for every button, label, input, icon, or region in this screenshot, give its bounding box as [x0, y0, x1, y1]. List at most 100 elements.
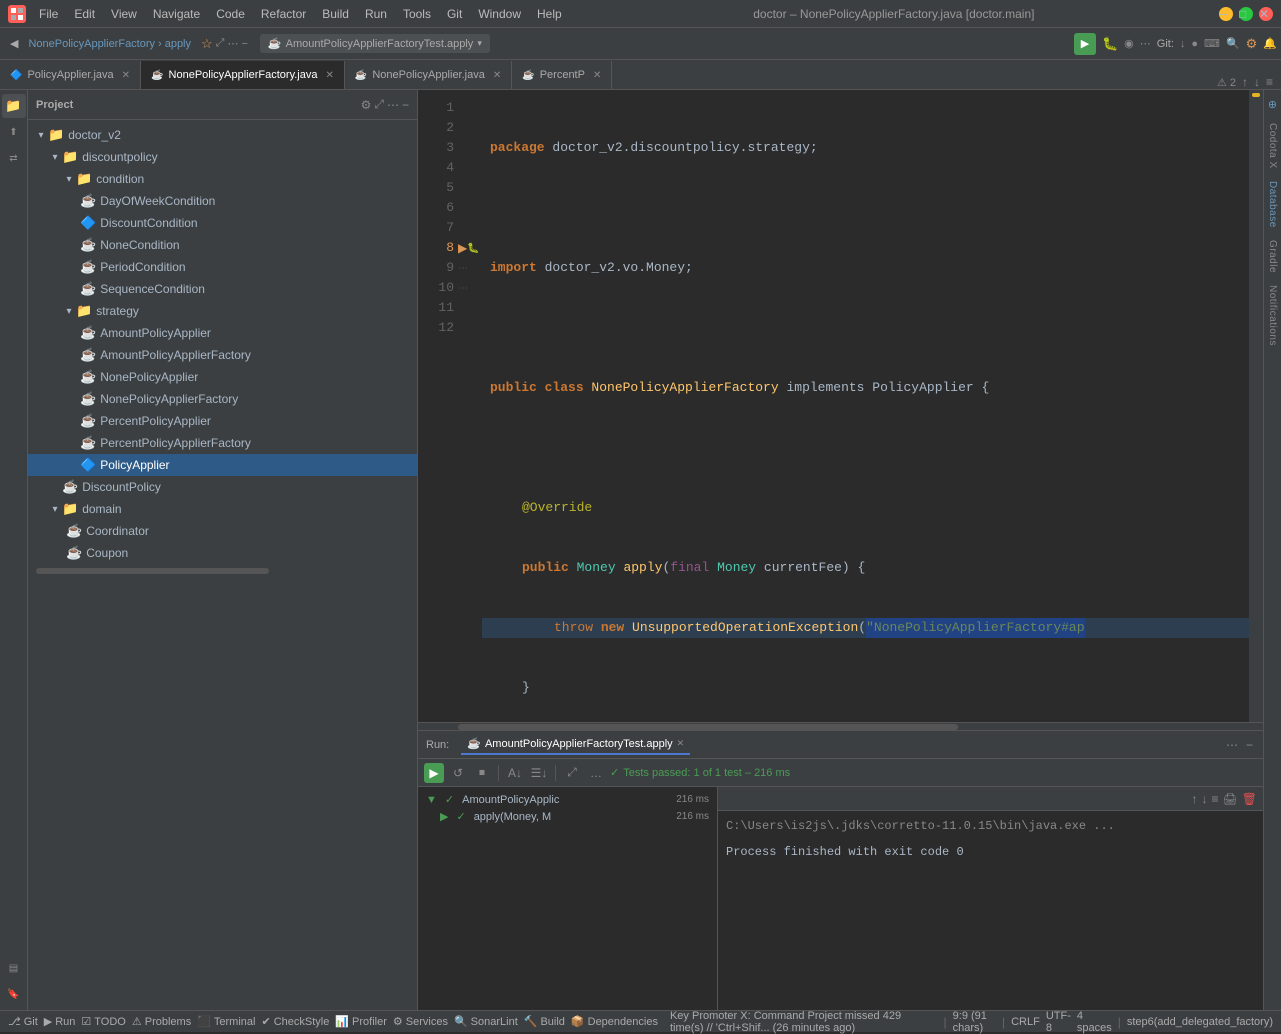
tree-item-Coordinator[interactable]: ☕ Coordinator [28, 520, 417, 542]
tree-item-PercentPolicyApplierFactory[interactable]: ☕ PercentPolicyApplierFactory [28, 432, 417, 454]
activity-commit-icon[interactable]: ⬆ [2, 120, 26, 144]
sidebar-close-icon[interactable]: − [402, 98, 409, 112]
status-git[interactable]: ⎇ Git [8, 1015, 38, 1028]
expand-icon[interactable]: ⤢ [216, 37, 225, 50]
sidebar-expand-icon[interactable]: ⤢ [374, 97, 384, 112]
tree-item-discountpolicy[interactable]: ▾ 📁 discountpolicy [28, 146, 417, 168]
tab-close-none-policy-factory[interactable]: ✕ [326, 70, 334, 81]
run-expand-btn[interactable]: ⤢ [562, 763, 582, 783]
breadcrumb-method[interactable]: apply [165, 38, 191, 50]
menu-build[interactable]: Build [315, 5, 356, 23]
database-label[interactable]: Database [1267, 181, 1278, 228]
back-button[interactable]: ◀ [4, 34, 24, 53]
fold-icon-10[interactable]: ⋯ [458, 283, 468, 294]
gutter-8[interactable]: ▶ 🐛 [458, 238, 482, 258]
menu-tools[interactable]: Tools [396, 5, 438, 23]
tree-item-SequenceCondition[interactable]: ☕ SequenceCondition [28, 278, 417, 300]
notifications-label[interactable]: Notifications [1267, 285, 1278, 346]
editor-scrollbar[interactable] [1249, 90, 1263, 722]
menu-window[interactable]: Window [471, 5, 528, 23]
codota-label[interactable]: Codota X [1267, 123, 1278, 169]
status-build[interactable]: 🔨 Build [524, 1015, 565, 1028]
run-tab-arrow[interactable]: ▾ [477, 38, 482, 49]
scroll-left-icon[interactable]: ↑ [1242, 75, 1248, 89]
run-tree-item-1[interactable]: ▶ ✓ apply(Money, M 216 ms [418, 808, 717, 825]
run-tab[interactable]: ☕ AmountPolicyApplierFactoryTest.apply ▾ [260, 34, 490, 53]
translate-icon[interactable]: ⌨ [1204, 37, 1220, 50]
run-sort-btn[interactable]: A↓ [505, 763, 525, 783]
run-button[interactable]: ▶ [1074, 33, 1096, 55]
maximize-button[interactable]: □ [1239, 7, 1253, 21]
output-filter-icon[interactable]: 🖨 [1223, 792, 1238, 806]
tree-item-AmountPolicyApplier[interactable]: ☕ AmountPolicyApplier [28, 322, 417, 344]
tree-item-NonePolicyApplier[interactable]: ☕ NonePolicyApplier [28, 366, 417, 388]
debug-gutter-icon[interactable]: 🐛 [467, 243, 479, 254]
tree-item-DiscountPolicy[interactable]: ☕ DiscountPolicy [28, 476, 417, 498]
editor-hscrollbar[interactable] [418, 722, 1263, 730]
tree-item-DayOfWeekCondition[interactable]: ☕ DayOfWeekCondition [28, 190, 417, 212]
tab-percent-policy[interactable]: ☕ PercentP ✕ [512, 61, 612, 89]
scroll-right-icon[interactable]: ↓ [1254, 75, 1260, 89]
status-dependencies[interactable]: 📦 Dependencies [571, 1015, 658, 1028]
status-line-ending[interactable]: CRLF [1011, 1016, 1040, 1028]
status-terminal[interactable]: ⬛ Terminal [197, 1015, 255, 1028]
activity-pullreq-icon[interactable]: ⇄ [2, 146, 26, 170]
tree-item-PercentPolicyApplier[interactable]: ☕ PercentPolicyApplier [28, 410, 417, 432]
collapse-icon[interactable]: − [241, 38, 247, 50]
tree-item-condition[interactable]: ▾ 📁 condition [28, 168, 417, 190]
breadcrumb-class[interactable]: NonePolicyApplierFactory [28, 38, 155, 50]
menu-file[interactable]: File [32, 5, 65, 23]
tree-item-NonePolicyApplierFactory[interactable]: ☕ NonePolicyApplierFactory [28, 388, 417, 410]
panel-close-icon[interactable]: − [1244, 736, 1255, 754]
tab-none-policy-factory[interactable]: ☕ NonePolicyApplierFactory.java ✕ [141, 61, 345, 89]
status-problems[interactable]: ⚠ Problems [132, 1015, 191, 1028]
tree-item-doctor_v2[interactable]: ▾ 📁 doctor_v2 [28, 124, 417, 146]
run-gutter-icon[interactable]: ▶ [458, 241, 467, 255]
codota-icon[interactable]: ⊕ [1268, 98, 1277, 111]
menu-view[interactable]: View [104, 5, 144, 23]
activity-project-icon[interactable]: 📁 [2, 94, 26, 118]
activity-structure-icon[interactable]: ▤ [2, 956, 26, 980]
status-checkstyle[interactable]: ✔ CheckStyle [261, 1015, 329, 1028]
tab-none-policy-applier[interactable]: ☕ NonePolicyApplier.java ✕ [345, 61, 512, 89]
status-run[interactable]: ▶ Run [44, 1015, 76, 1028]
git-down-icon[interactable]: ↓ [1180, 38, 1186, 50]
tree-item-PolicyApplier[interactable]: 🔷 PolicyApplier [28, 454, 417, 476]
menu-run[interactable]: Run [358, 5, 394, 23]
menu-code[interactable]: Code [209, 5, 252, 23]
menu-refactor[interactable]: Refactor [254, 5, 313, 23]
tree-item-PeriodCondition[interactable]: ☕ PeriodCondition [28, 256, 417, 278]
gradle-label[interactable]: Gradle [1267, 240, 1278, 273]
minimize-button[interactable]: ─ [1219, 7, 1233, 21]
output-clear-icon[interactable]: 🗑 [1242, 792, 1257, 806]
tab-policy-applier[interactable]: 🔷 PolicyApplier.java ✕ [0, 61, 141, 89]
fold-icon-9[interactable]: ⋯ [458, 263, 468, 274]
status-sonarlint[interactable]: 🔍 SonarLint [454, 1015, 518, 1028]
commit-icon[interactable]: ● [1191, 38, 1198, 50]
tree-item-strategy[interactable]: ▾ 📁 strategy [28, 300, 417, 322]
run-play-btn[interactable]: ▶ [424, 763, 444, 783]
run-tree-item-0[interactable]: ▼ ✓ AmountPolicyApplic 216 ms [418, 791, 717, 808]
status-todo[interactable]: ☑ TODO [81, 1015, 125, 1028]
bookmark-icon[interactable]: ☆ [201, 36, 213, 52]
search-icon[interactable]: 🔍 [1226, 37, 1240, 50]
notifications-icon[interactable]: 🔔 [1263, 37, 1277, 50]
tree-item-DiscountCondition[interactable]: 🔷 DiscountCondition [28, 212, 417, 234]
run-dots-btn[interactable]: … [586, 763, 606, 783]
run-filter-btn[interactable]: ☰↓ [529, 763, 549, 783]
menu-git[interactable]: Git [440, 5, 469, 23]
sidebar-settings-icon[interactable]: ⚙ [361, 98, 372, 112]
tab-close-percent-policy[interactable]: ✕ [593, 70, 601, 81]
run-rerun-btn[interactable]: ↺ [448, 763, 468, 783]
scroll-down-icon[interactable]: ↓ [1202, 792, 1208, 806]
menu-help[interactable]: Help [530, 5, 569, 23]
more-run-icon[interactable]: ⋯ [1140, 37, 1151, 50]
debug-icon[interactable]: 🐛 [1102, 36, 1118, 52]
close-button[interactable]: ✕ [1259, 7, 1273, 21]
output-wrap-icon[interactable]: ≡ [1212, 792, 1219, 806]
settings-icon[interactable]: ⚙ [1246, 36, 1258, 52]
status-profiler[interactable]: 📊 Profiler [335, 1015, 387, 1028]
run-stop-btn[interactable]: ⏹ [472, 763, 492, 783]
status-services[interactable]: ⚙ Services [393, 1015, 448, 1028]
tab-close-none-policy-applier[interactable]: ✕ [493, 70, 501, 81]
